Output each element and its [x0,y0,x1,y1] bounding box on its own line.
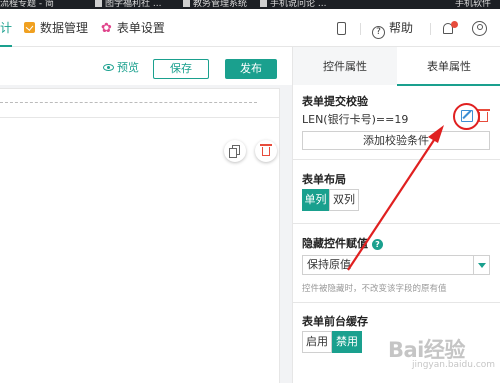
hidden-value-select[interactable]: 保持原值 [302,255,490,275]
form-canvas [0,85,292,383]
preview-button[interactable]: 预览 [103,59,139,75]
validation-rule-text: LEN(银行卡号)==19 [302,113,409,126]
divider [360,23,361,35]
browser-tab-strip: 流程专题 - 简 图学福利社 ... 教务管理系统 手机说问论 ... 手机软件 [0,0,500,9]
layout-section-title: 表单布局 [302,173,346,186]
tab-control-properties[interactable]: 控件属性 [293,47,397,85]
publish-button[interactable]: 发布 [225,59,277,79]
property-tabs: 控件属性 表单属性 [293,47,500,86]
browser-tab[interactable]: 手机说问论 ... [260,0,326,9]
designer-toolbar: 预览 保存 发布 [0,47,292,85]
cache-enable-button[interactable]: 启用 [302,331,332,353]
delete-rule-icon[interactable] [477,109,490,122]
save-button[interactable]: 保存 [153,59,209,79]
add-validation-button[interactable]: 添加校验条件 [302,131,490,150]
eye-icon [103,64,114,71]
gear-icon: ✿ [101,21,112,36]
divider [293,223,500,224]
app-header: 计 数据管理 ✿ 表单设置 ? 帮助 [0,9,500,47]
hidden-value-section-title: 隐藏控件赋值? [302,235,383,251]
nav-data-management[interactable]: 数据管理 [24,9,88,47]
question-icon: ? [372,26,385,39]
divider [430,23,431,35]
browser-tab[interactable]: 手机软件 [455,0,491,9]
nav-form-settings[interactable]: ✿ 表单设置 [101,9,165,47]
cache-disable-button[interactable]: 禁用 [332,331,362,353]
form-field-drop-area[interactable] [0,88,280,118]
annotation-circle [453,103,480,130]
help-button[interactable]: ? 帮助 [372,9,413,47]
notification-bell-icon[interactable] [442,9,458,47]
nav-form-design[interactable]: 计 [0,9,13,47]
browser-tab[interactable]: 图学福利社 ... [95,0,161,9]
copy-field-button[interactable] [224,140,246,162]
data-management-icon [24,22,35,33]
mobile-preview-icon[interactable] [335,9,347,47]
cache-section-title: 表单前台缓存 [302,315,368,328]
hidden-value-hint: 控件被隐藏时，不改变该字段的原有值 [302,284,447,294]
divider [293,159,500,160]
user-avatar-icon[interactable] [472,9,488,47]
browser-tab[interactable]: 流程专题 - 简 [0,0,54,9]
notification-dot [451,21,458,28]
trash-icon [260,144,272,156]
watermark-url: jingyan.baidu.com [412,360,496,370]
property-panel: 控件属性 表单属性 表单提交校验 LEN(银行卡号)==19 添加校验条件 表单… [292,47,500,383]
divider [293,302,500,303]
layout-double-column-button[interactable]: 双列 [329,189,359,211]
layout-single-column-button[interactable]: 单列 [302,189,329,211]
help-icon[interactable]: ? [372,239,383,250]
tab-form-properties[interactable]: 表单属性 [397,47,500,86]
validation-section-title: 表单提交校验 [302,95,368,108]
browser-tab[interactable]: 教务管理系统 [183,0,247,9]
delete-field-button[interactable] [255,140,277,162]
chevron-down-icon [473,256,489,274]
